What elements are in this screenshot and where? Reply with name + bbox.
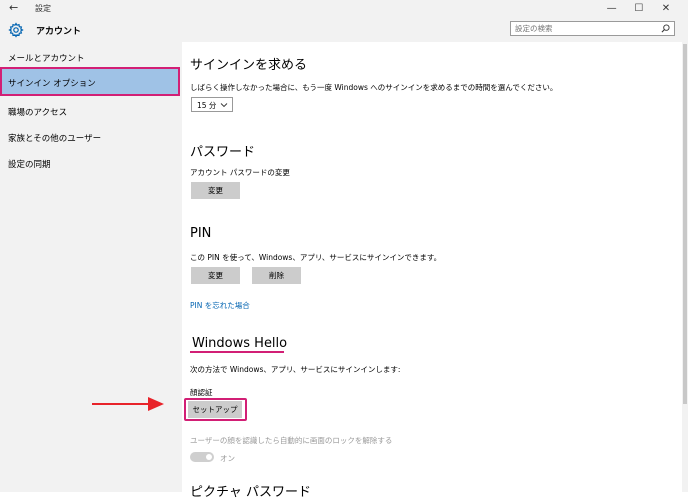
toggle-knob — [206, 454, 212, 460]
hello-description: 次の方法で Windows、アプリ、サービスにサインインします: — [190, 365, 401, 374]
setup-button[interactable]: セットアップ — [188, 401, 242, 418]
auto-unlock-toggle[interactable] — [190, 452, 214, 462]
search-box[interactable] — [510, 21, 675, 36]
close-button[interactable]: ✕ — [654, 0, 678, 17]
sidebar-item-family-users[interactable]: 家族とその他のユーザー — [0, 125, 182, 149]
sidebar-item-work-access[interactable]: 職場のアクセス — [0, 99, 182, 123]
maximize-button[interactable]: ☐ — [627, 0, 651, 17]
password-description: アカウント パスワードの変更 — [190, 168, 290, 177]
gear-icon — [8, 22, 24, 38]
sidebar-item-label: 設定の同期 — [8, 160, 51, 170]
sidebar-item-label: 家族とその他のユーザー — [8, 134, 102, 144]
scrollbar[interactable] — [682, 42, 688, 492]
minimize-button[interactable]: — — [600, 0, 624, 17]
sidebar-item-label: 職場のアクセス — [8, 108, 68, 118]
window-controls: — ☐ ✕ — [600, 0, 678, 17]
picture-password-title: ピクチャ パスワード — [190, 485, 312, 500]
password-title: パスワード — [190, 145, 256, 160]
toggle-state-label: オン — [220, 454, 235, 463]
app-header: アカウント — [0, 18, 182, 42]
face-recognition-label: 顔認証 — [190, 388, 213, 397]
dropdown-value: 15 分 — [197, 101, 217, 110]
chevron-down-icon — [220, 103, 228, 108]
pin-description: この PIN を使って、Windows、アプリ、サービスにサインインできます。 — [190, 253, 442, 262]
pin-change-button[interactable]: 変更 — [191, 267, 240, 284]
title-bar: ← 設定 — ☐ ✕ — [0, 0, 688, 17]
sidebar-item-signin-options[interactable]: サインイン オプション — [0, 67, 180, 96]
window-title: 設定 — [35, 4, 51, 13]
pin-remove-button[interactable]: 削除 — [252, 267, 301, 284]
app-title: アカウント — [36, 27, 82, 37]
auto-unlock-label: ユーザーの顔を認識したら自動的に画面のロックを解除する — [190, 436, 393, 445]
hello-title-underline — [190, 351, 284, 353]
pin-forgot-link[interactable]: PIN を忘れた場合 — [190, 300, 250, 311]
sidebar-item-label: サインイン オプション — [8, 79, 96, 89]
sidebar-item-label: メールとアカウント — [8, 54, 85, 64]
arrow-left-icon[interactable]: ← — [9, 1, 18, 14]
password-change-button[interactable]: 変更 — [191, 182, 240, 199]
signin-title: サインインを求める — [190, 58, 308, 73]
search-input[interactable] — [515, 23, 650, 34]
search-icon[interactable] — [661, 24, 670, 33]
hello-title: Windows Hello — [192, 336, 288, 351]
sidebar-item-sync-settings[interactable]: 設定の同期 — [0, 151, 182, 175]
sidebar-item-email-accounts[interactable]: メールとアカウント — [0, 45, 182, 69]
pin-title: PIN — [190, 226, 212, 241]
signin-description: しばらく操作しなかった場合に、もう一度 Windows へのサインインを求めるま… — [190, 83, 558, 92]
scroll-thumb[interactable] — [683, 44, 687, 404]
arrow-right-icon — [92, 397, 164, 411]
signin-timeout-dropdown[interactable]: 15 分 — [191, 97, 233, 112]
